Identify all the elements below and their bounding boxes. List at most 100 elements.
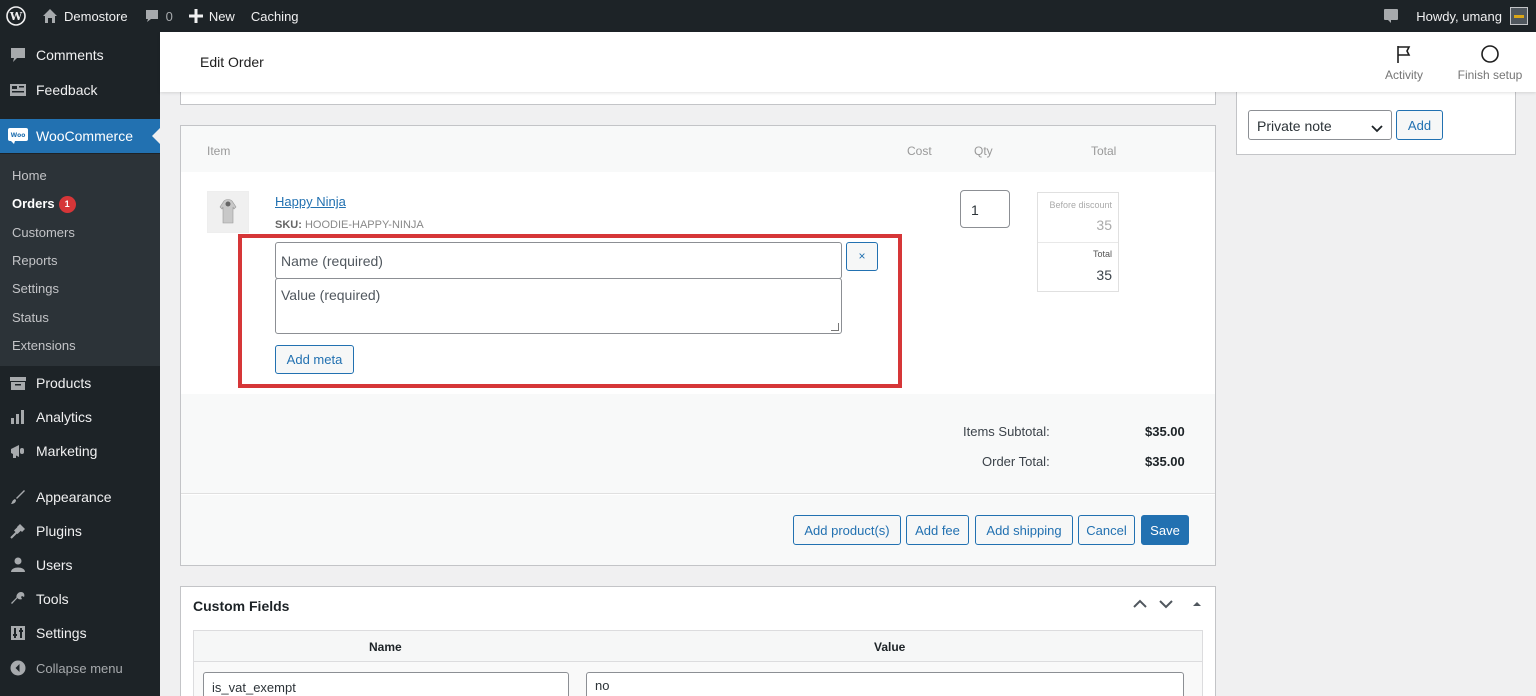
- menu-settings[interactable]: Settings: [0, 616, 160, 650]
- menu-label: Comments: [36, 47, 104, 63]
- menu-label: Appearance: [36, 489, 112, 505]
- sku-value: HOODIE-HAPPY-NINJA: [304, 219, 424, 231]
- menu-comments[interactable]: Comments: [0, 38, 160, 72]
- line-total-label: Total: [1092, 249, 1112, 259]
- finish-setup-button[interactable]: Finish setup: [1450, 42, 1530, 82]
- add-fee-button[interactable]: Add fee: [906, 515, 969, 545]
- archive-icon: [0, 374, 36, 392]
- site-name-link[interactable]: Demostore: [34, 0, 136, 32]
- plus-icon: [188, 9, 203, 23]
- order-total-value: $35.00: [1145, 454, 1185, 469]
- hoodie-icon: [219, 199, 237, 224]
- menu-label: Tools: [36, 591, 69, 607]
- move-down-icon[interactable]: [1158, 596, 1174, 615]
- product-name-link[interactable]: Happy Ninja: [275, 194, 346, 209]
- admin-sidebar: Comments Feedback Woo WooCommerce Home O…: [0, 32, 160, 696]
- menu-products[interactable]: Products: [0, 366, 160, 400]
- my-account-link[interactable]: Howdy, umang: [1408, 0, 1502, 32]
- note-type-select[interactable]: Private note: [1248, 110, 1392, 140]
- menu-label: Analytics: [36, 409, 93, 425]
- new-content-link[interactable]: New: [181, 0, 243, 32]
- product-sku: SKU: HOODIE-HAPPY-NINJA: [275, 219, 424, 231]
- menu-plugins[interactable]: Plugins: [0, 514, 160, 548]
- howdy-text: Howdy, umang: [1416, 8, 1502, 24]
- home-icon: [42, 8, 58, 24]
- cf-value-header: Value: [874, 640, 906, 654]
- admin-bar: W Demostore 0 New Caching Howdy, umang: [0, 0, 1536, 32]
- items-subtotal-value: $35.00: [1145, 424, 1185, 439]
- items-table-header: Item Cost Qty Total: [181, 126, 1215, 172]
- submenu-orders[interactable]: Orders 1: [12, 196, 76, 214]
- submenu-customers[interactable]: Customers: [12, 225, 75, 240]
- submenu-settings[interactable]: Settings: [12, 281, 59, 296]
- avatar[interactable]: [1510, 7, 1528, 25]
- caching-link[interactable]: Caching: [243, 0, 307, 32]
- save-button[interactable]: Save: [1141, 515, 1189, 545]
- menu-marketing[interactable]: Marketing: [0, 434, 160, 468]
- page-title: Edit Order: [200, 54, 264, 70]
- submenu-orders-label: Orders: [12, 196, 55, 211]
- new-label: New: [208, 8, 235, 24]
- comment-bubble-icon: [144, 8, 160, 24]
- col-total: Total: [1091, 144, 1117, 158]
- flag-icon: [1364, 42, 1444, 66]
- menu-appearance[interactable]: Appearance: [0, 480, 160, 514]
- bar-chart-icon: [0, 408, 36, 426]
- items-subtotal-label: Items Subtotal:: [963, 424, 1050, 439]
- add-shipping-button[interactable]: Add shipping: [975, 515, 1073, 545]
- settings-icon: [0, 624, 36, 642]
- page-header: Edit Order Activity Finish setup: [160, 32, 1536, 92]
- collapse-label: Collapse menu: [36, 660, 123, 676]
- collapse-menu-button[interactable]: Collapse menu: [0, 652, 160, 684]
- menu-tools[interactable]: Tools: [0, 582, 160, 616]
- add-products-button[interactable]: Add product(s): [793, 515, 901, 545]
- caching-label: Caching: [250, 8, 299, 24]
- comment-icon: [0, 46, 36, 64]
- col-qty: Qty: [974, 144, 993, 158]
- col-cost: Cost: [907, 144, 932, 158]
- collapse-arrow-icon: [0, 660, 36, 676]
- before-discount-label: Before discount: [1049, 200, 1112, 210]
- menu-analytics[interactable]: Analytics: [0, 400, 160, 434]
- activity-label: Activity: [1384, 68, 1423, 82]
- line-total-value: 35: [1096, 267, 1112, 283]
- notifications-icon[interactable]: [1374, 0, 1408, 32]
- menu-label: Marketing: [36, 443, 98, 459]
- svg-text:W: W: [9, 10, 23, 23]
- line-totals: Before discount 35 Total 35: [1037, 192, 1119, 292]
- site-name: Demostore: [64, 8, 128, 24]
- move-up-icon[interactable]: [1132, 596, 1148, 615]
- order-totals: Items Subtotal: $35.00 Order Total: $35.…: [181, 394, 1215, 494]
- order-total-label: Order Total:: [982, 454, 1050, 469]
- wrench-icon: [0, 590, 36, 608]
- menu-woocommerce[interactable]: Woo WooCommerce: [0, 119, 160, 153]
- menu-users[interactable]: Users: [0, 548, 160, 582]
- brush-icon: [0, 488, 36, 506]
- before-discount-value: 35: [1096, 217, 1112, 233]
- woocommerce-submenu: Home Orders 1 Customers Reports Settings …: [0, 154, 160, 366]
- submenu-extensions[interactable]: Extensions: [12, 338, 76, 353]
- activity-button[interactable]: Activity: [1364, 42, 1444, 82]
- quantity-input[interactable]: 1: [960, 190, 1010, 228]
- cf-name-input[interactable]: is_vat_exempt: [203, 672, 569, 696]
- toggle-panel-icon[interactable]: [1191, 596, 1203, 615]
- woo-icon: Woo: [0, 128, 36, 144]
- svg-text:Woo: Woo: [11, 132, 26, 139]
- user-icon: [0, 556, 36, 574]
- submenu-status[interactable]: Status: [12, 310, 49, 325]
- highlight-box: [238, 234, 902, 388]
- wordpress-logo-icon[interactable]: W: [0, 0, 34, 32]
- chevron-down-icon: [1371, 120, 1383, 136]
- cf-value-input[interactable]: no: [586, 672, 1184, 696]
- megaphone-icon: [0, 442, 36, 460]
- add-note-button[interactable]: Add: [1396, 110, 1443, 140]
- col-item: Item: [207, 144, 231, 158]
- comments-link[interactable]: 0: [136, 0, 181, 32]
- cancel-button[interactable]: Cancel: [1078, 515, 1135, 545]
- submenu-home[interactable]: Home: [12, 168, 47, 183]
- product-thumbnail: [207, 191, 249, 233]
- orders-count-badge: 1: [58, 196, 76, 214]
- submenu-reports[interactable]: Reports: [12, 253, 58, 268]
- menu-feedback[interactable]: Feedback: [0, 73, 160, 107]
- menu-label: Settings: [36, 625, 87, 641]
